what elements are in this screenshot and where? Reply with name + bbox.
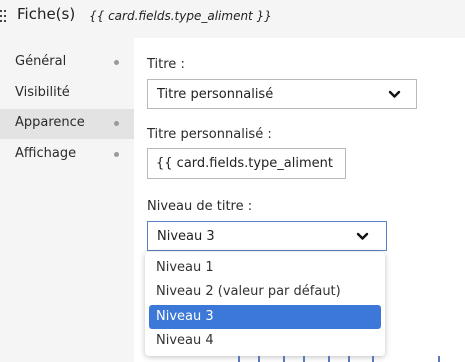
sidebar: Général Visibilité Apparence Affichage (0, 38, 134, 362)
ruler-tick (348, 356, 350, 362)
option-niveau-4[interactable]: Niveau 4 (149, 329, 381, 353)
ruler-tick (303, 356, 305, 362)
option-label: Niveau 4 (156, 333, 214, 348)
ruler-tick (438, 356, 440, 362)
title-field-label: Titre : (147, 57, 185, 72)
panel-title: Fiche(s) (17, 5, 76, 23)
ruler-tick (283, 356, 285, 362)
status-dot-icon (114, 121, 119, 126)
option-niveau-2[interactable]: Niveau 2 (valeur par défaut) (149, 280, 381, 304)
chevron-down-icon (388, 90, 401, 98)
sidebar-item-visibilite[interactable]: Visibilité (0, 79, 134, 109)
panel-subtitle: {{ card.fields.type_aliment }} (89, 9, 272, 23)
sidebar-item-label: Visibilité (15, 85, 70, 100)
title-level-select-value: Niveau 3 (157, 229, 215, 244)
ruler-tick (372, 356, 374, 362)
option-niveau-1[interactable]: Niveau 1 (149, 256, 381, 280)
sidebar-item-general[interactable]: Général (0, 48, 134, 78)
sidebar-item-label: Général (15, 54, 67, 69)
option-label: Niveau 2 (valeur par défaut) (156, 284, 341, 299)
title-select-value: Titre personnalisé (157, 87, 274, 102)
option-label: Niveau 1 (156, 260, 214, 275)
panel-header: Fiche(s) {{ card.fields.type_aliment }} (0, 0, 465, 38)
sidebar-item-affichage[interactable]: Affichage (0, 140, 134, 170)
title-level-label: Niveau de titre : (147, 199, 253, 214)
drag-handle-icon[interactable] (0, 10, 8, 26)
status-dot-icon (114, 152, 119, 157)
option-label: Niveau 3 (156, 309, 214, 324)
ruler-tick (238, 356, 240, 362)
title-select[interactable]: Titre personnalisé (147, 79, 417, 109)
custom-title-label: Titre personnalisé : (147, 127, 272, 142)
status-dot-icon (114, 60, 119, 65)
ruler-tick (258, 356, 260, 362)
ruler-tick (328, 356, 330, 362)
option-niveau-3[interactable]: Niveau 3 (149, 305, 381, 329)
sidebar-item-apparence[interactable]: Apparence (0, 109, 134, 139)
sidebar-item-label: Apparence (15, 115, 85, 130)
chevron-down-icon (356, 232, 369, 240)
sidebar-item-label: Affichage (15, 146, 77, 161)
title-level-select[interactable]: Niveau 3 (147, 221, 387, 251)
custom-title-input[interactable] (147, 148, 346, 179)
title-level-dropdown: Niveau 1 Niveau 2 (valeur par défaut) Ni… (145, 252, 385, 356)
